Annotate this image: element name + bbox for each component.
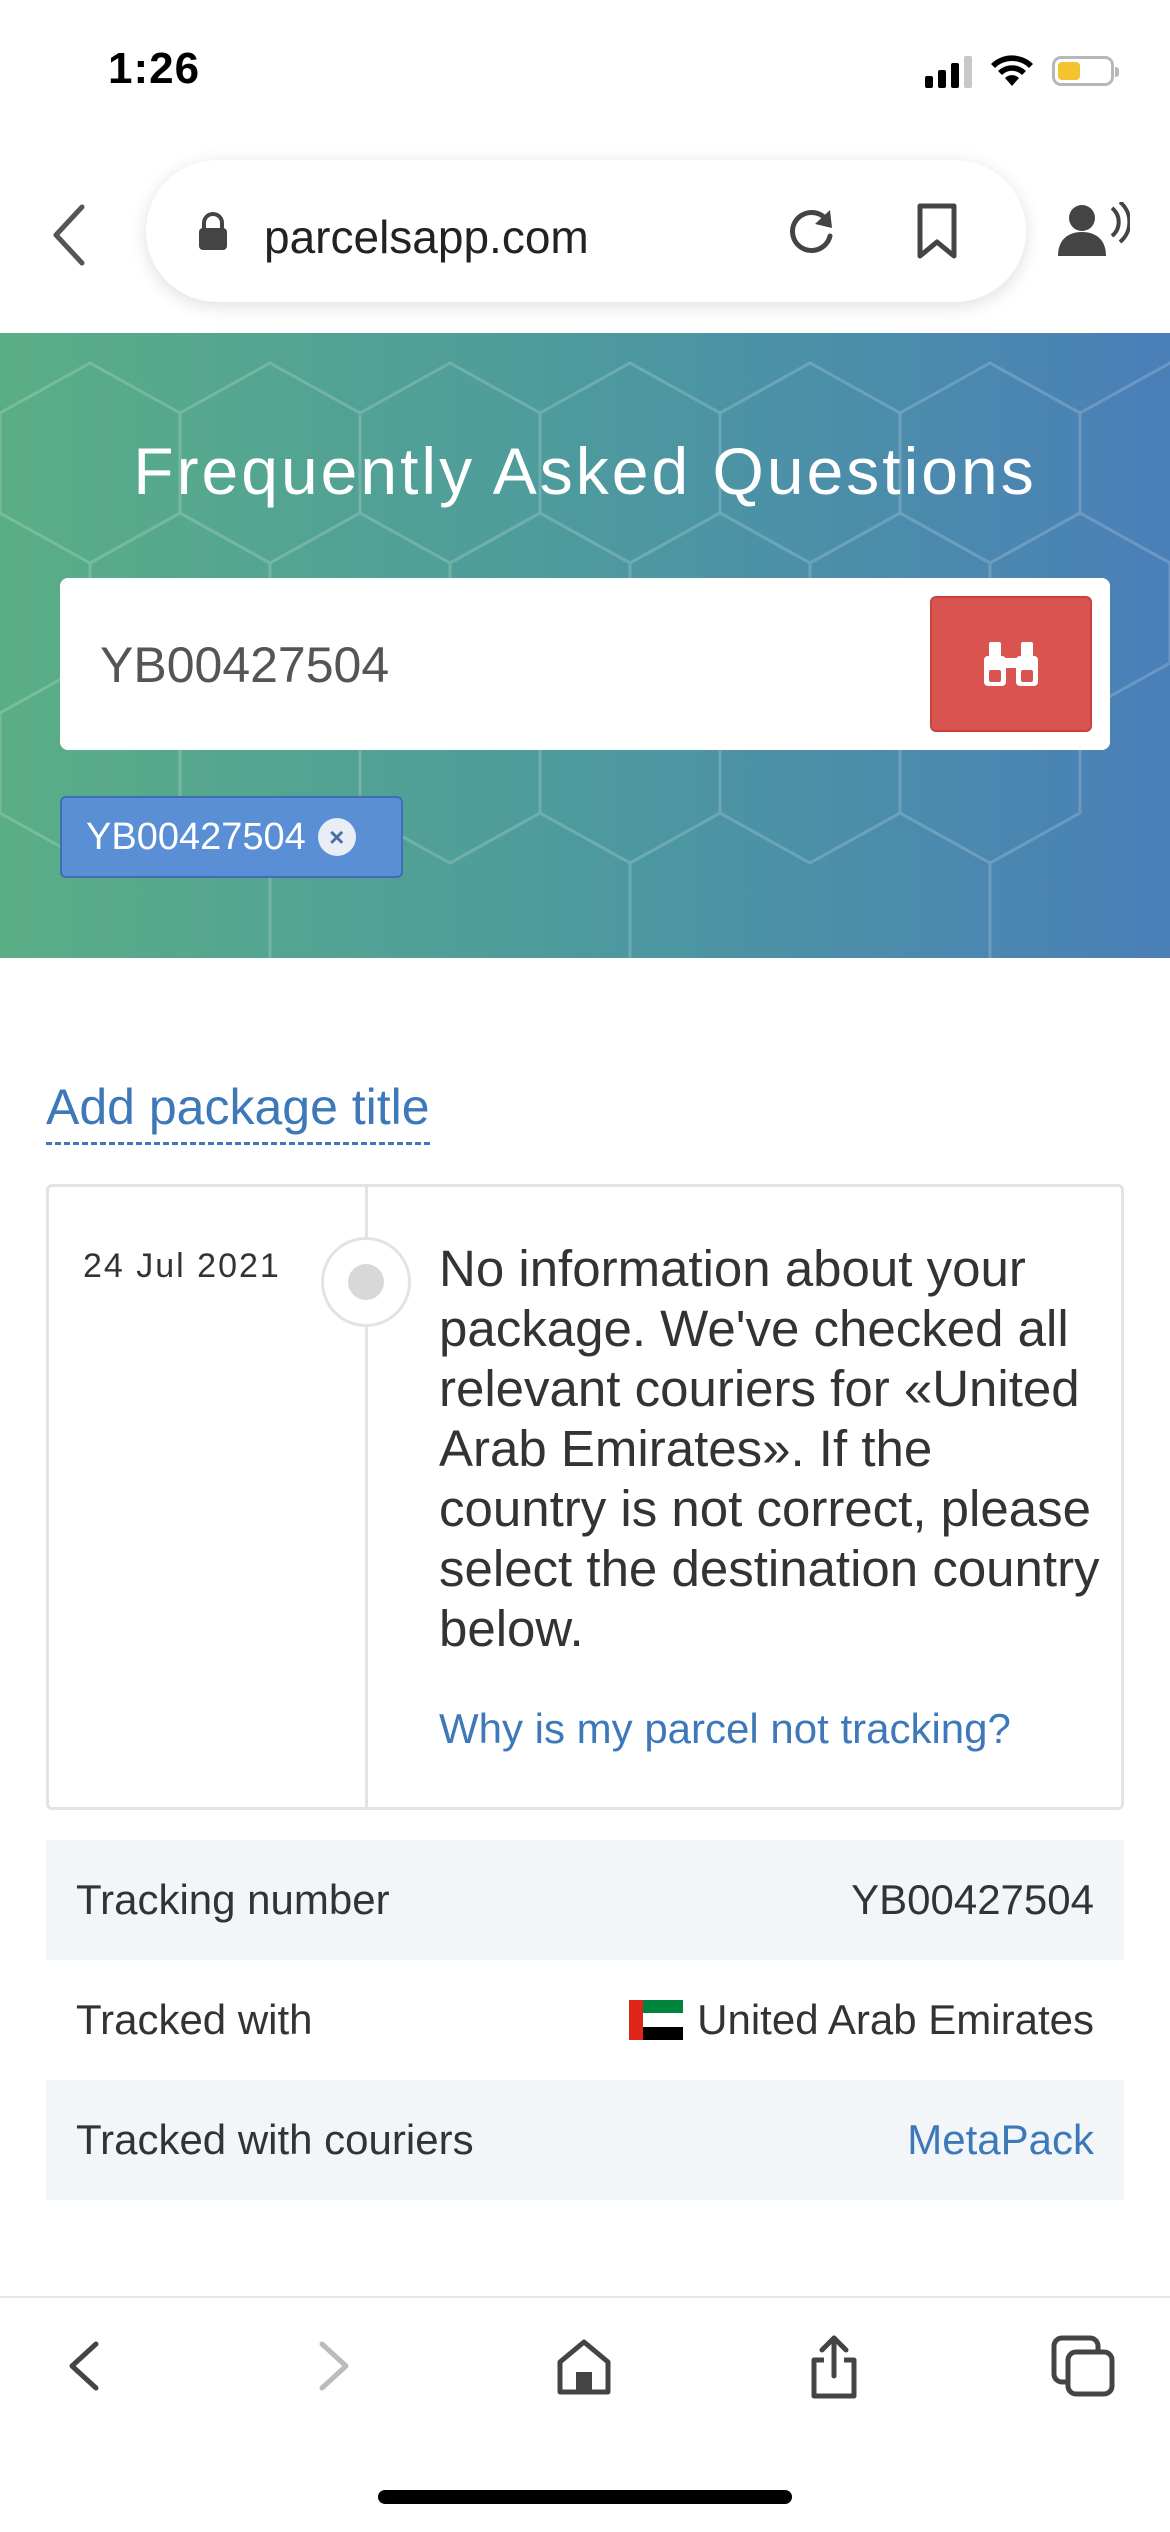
home-icon[interactable] [554,2334,614,2398]
close-icon[interactable]: × [317,818,356,856]
detail-label: Tracked with [76,1996,313,2043]
country-name: United Arab Emirates [697,1996,1094,2043]
home-indicator [378,2490,792,2504]
reload-icon[interactable] [782,202,840,260]
tabs-icon[interactable] [1050,2334,1116,2398]
lock-icon [199,212,227,250]
forward-arrow-icon[interactable] [312,2334,356,2398]
listen-icon[interactable] [1056,202,1130,258]
event-message: No information about your package. We've… [439,1240,1100,1657]
table-row: Tracking number YB00427504 [46,1840,1124,1960]
courier-link[interactable]: MetaPack [907,2116,1094,2164]
table-row: Tracked with couriers MetaPack [46,2080,1124,2200]
tracking-search-input[interactable]: YB00427504 [60,578,1110,750]
cellular-signal-icon [925,54,972,88]
binoculars-icon [984,642,1038,686]
search-value: YB00427504 [100,637,390,693]
tracking-event-card: 24 Jul 2021 No information about your pa… [46,1184,1124,1810]
chip-label: YB00427504 [86,815,306,858]
event-date: 24 Jul 2021 [83,1247,281,1285]
detail-label: Tracked with couriers [76,2116,474,2163]
url-text: parcelsapp.com [264,211,589,263]
search-button[interactable] [930,596,1092,732]
table-row: Tracked with United Arab Emirates [46,1960,1124,2080]
add-package-title-link[interactable]: Add package title [46,1078,430,1145]
timeline-dot-icon [321,1237,411,1327]
browser-toolbar: parcelsapp.com [0,150,1170,330]
tracking-details-table: Tracking number YB00427504 Tracked with … [46,1840,1124,2200]
status-icons [925,54,1119,88]
back-arrow-icon[interactable] [62,2334,106,2398]
status-time: 1:26 [108,44,201,93]
tracking-number-value: YB00427504 [851,1876,1094,1923]
bookmark-icon[interactable] [914,202,960,260]
back-icon[interactable] [40,195,100,275]
battery-level [1058,62,1080,80]
detail-label: Tracking number [76,1876,390,1923]
address-bar[interactable]: parcelsapp.com [146,160,1026,302]
share-icon[interactable] [806,2334,862,2402]
tracked-with-value: United Arab Emirates [629,1996,1094,2044]
not-tracking-help-link[interactable]: Why is my parcel not tracking? [439,1705,1011,1753]
hero-banner: Frequently Asked Questions YB00427504 YB… [0,333,1170,958]
page-title: Frequently Asked Questions [133,434,1037,508]
status-bar: 1:26 [0,0,1170,140]
tracking-chip[interactable]: YB00427504 × [60,796,403,878]
wifi-icon [991,55,1033,86]
battery-icon [1052,56,1119,86]
uae-flag-icon [629,2000,684,2040]
